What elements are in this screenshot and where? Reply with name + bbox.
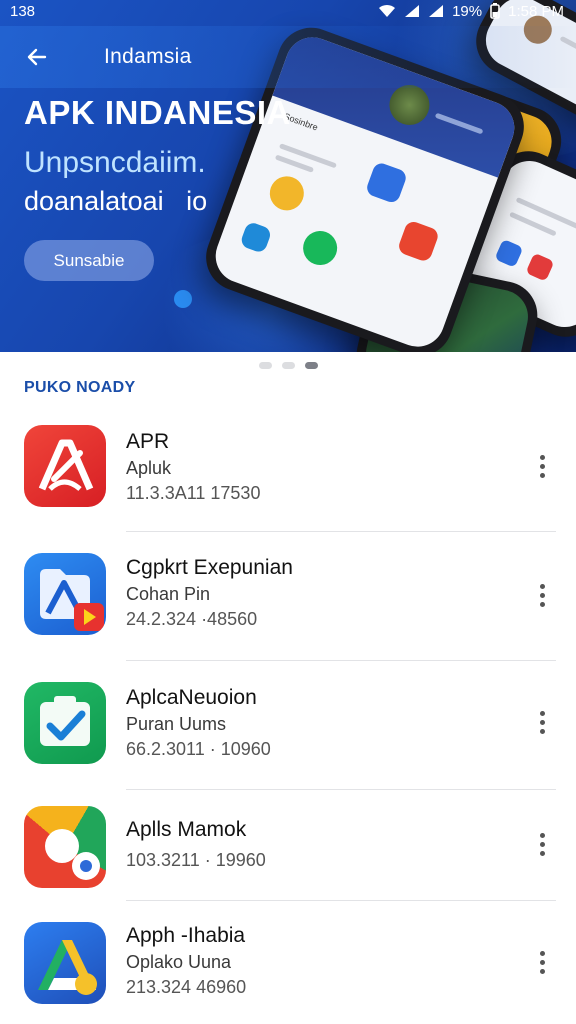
divider <box>126 789 556 790</box>
app-name: Aplls Mamok <box>126 818 247 841</box>
app-meta: 24.2.324 ·48560 <box>126 609 258 629</box>
list-item[interactable]: Apph -Ihabia Oplako Uuna 213.324 46960 <box>0 912 576 1024</box>
battery-icon <box>490 3 500 19</box>
app-subtitle: Cohan Pin <box>126 584 211 604</box>
more-vert-icon[interactable] <box>530 942 554 982</box>
list-item[interactable]: Aplls Mamok 103.3211 · 19960 <box>0 800 576 928</box>
carousel-dot-2[interactable] <box>281 362 295 369</box>
list-item[interactable]: Cgpkrt Exepunian Cohan Pin 24.2.324 ·485… <box>0 546 576 674</box>
divider <box>126 660 556 661</box>
status-time-right: 1:58 PM <box>508 2 564 20</box>
divider <box>126 531 556 532</box>
wifi-icon <box>378 4 396 18</box>
carousel-dot-1[interactable] <box>258 362 272 369</box>
app-meta: 11.3.3A11 17530 <box>126 483 261 503</box>
app-subtitle: Apluk <box>126 458 172 478</box>
signal-icon-2 <box>428 4 444 18</box>
banner-subtitle-1: Unpsncdaiim. <box>24 146 206 179</box>
more-vert-icon[interactable] <box>530 575 554 615</box>
battery-percent: 19% <box>452 2 483 20</box>
more-vert-icon[interactable] <box>530 446 554 486</box>
banner-subtitle-2: doanalatoai io <box>24 186 208 216</box>
app-meta: 66.2.3011 · 10960 <box>126 739 271 759</box>
page-title: Indamsia <box>104 45 192 68</box>
app-subtitle: Puran Uums <box>126 714 227 734</box>
list-item[interactable]: AplcaNeuoion Puran Uums 66.2.3011 · 1096… <box>0 676 576 804</box>
section-title: PUKO NOADY <box>24 379 136 396</box>
app-bar: Indamsia <box>0 26 576 88</box>
signal-icon <box>404 4 420 18</box>
app-subtitle: Oplako Uuna <box>126 952 232 972</box>
carousel-indicator <box>0 362 576 369</box>
red-a-logo-icon <box>24 425 106 507</box>
banner-button[interactable]: Sunsabie <box>24 240 154 281</box>
more-vert-icon[interactable] <box>530 702 554 742</box>
list-item[interactable]: APR Apluk 11.3.3A11 17530 <box>0 418 576 546</box>
blue-a-file-play-icon <box>24 553 106 635</box>
colorful-ring-icon <box>24 806 106 888</box>
divider <box>126 900 556 901</box>
more-vert-icon[interactable] <box>530 824 554 864</box>
app-meta: 213.324 46960 <box>126 977 247 997</box>
app-name: Cgpkrt Exepunian <box>126 556 293 579</box>
app-name: AplcaNeuoion <box>126 686 257 709</box>
status-bar: 138 19% 1:58 PM <box>0 0 576 22</box>
drive-a-icon <box>24 922 106 1004</box>
green-check-icon <box>24 682 106 764</box>
status-time-left: 138 <box>10 2 36 20</box>
app-name: APR <box>126 430 170 453</box>
arrow-left-icon <box>27 48 47 66</box>
banner-title: APK INDANESIA <box>24 94 291 131</box>
hero-banner[interactable]: Sosinbre 138 19% 1:58 PM Indamsia APK IN… <box>0 0 576 352</box>
carousel-dot-3[interactable] <box>304 362 318 369</box>
app-meta: 103.3211 · 19960 <box>126 850 266 870</box>
app-name: Apph -Ihabia <box>126 924 246 947</box>
back-button[interactable] <box>12 32 62 82</box>
